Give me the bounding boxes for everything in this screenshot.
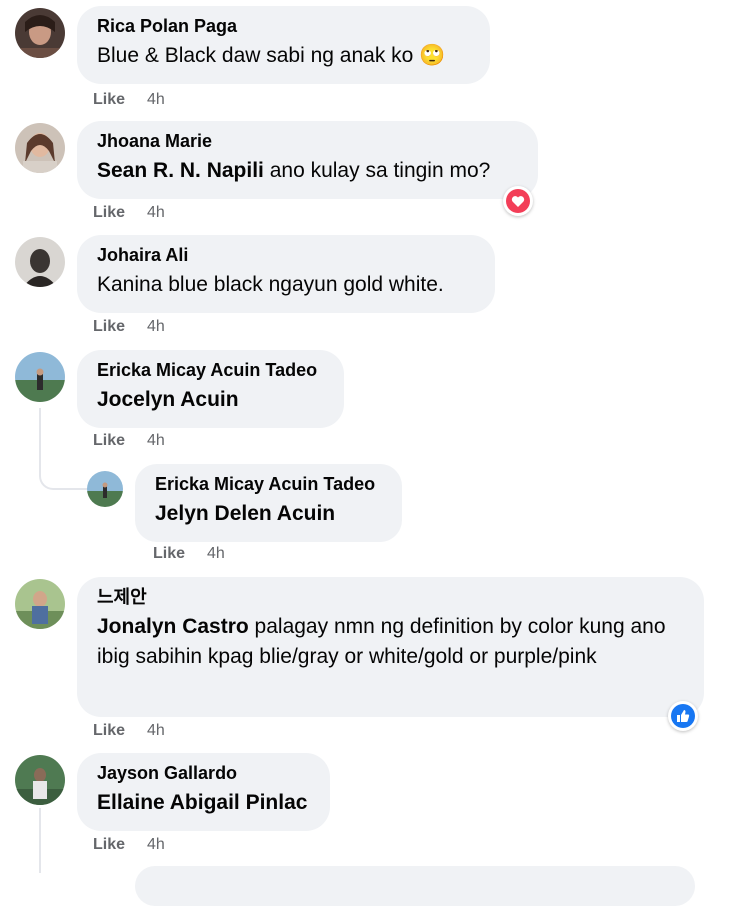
avatar[interactable] — [87, 471, 123, 507]
avatar[interactable] — [15, 123, 65, 173]
eye-roll-emoji: 🙄 — [419, 44, 446, 67]
timestamp[interactable]: 4h — [147, 432, 165, 449]
like-button[interactable]: Like — [93, 318, 125, 335]
comment-actions: Like 4h — [93, 722, 165, 740]
mention-link[interactable]: Ellaine Abigail Pinlac — [97, 791, 307, 814]
comment-actions: Like 4h — [93, 318, 165, 336]
comment-author[interactable]: Rica Polan Paga — [97, 15, 470, 37]
reply-bubble — [135, 866, 695, 906]
like-button[interactable]: Like — [153, 545, 185, 562]
comment-actions: Like 4h — [93, 204, 165, 222]
comment-author[interactable]: Ericka Micay Acuin Tadeo — [155, 473, 382, 495]
like-button[interactable]: Like — [93, 91, 125, 108]
comment-text: Kanina blue black ngayun gold white. — [97, 273, 444, 296]
mention-link[interactable]: Sean R. N. Napili — [97, 159, 264, 182]
comment-author[interactable]: Johaira Ali — [97, 244, 475, 266]
avatar[interactable] — [15, 352, 65, 402]
comment-author[interactable]: Jhoana Marie — [97, 130, 518, 152]
comment-text: Jelyn Delen Acuin — [155, 499, 382, 529]
comment-text: Jocelyn Acuin — [97, 385, 324, 415]
comment-text: Jonalyn Castro palagay nmn ng definition… — [97, 615, 666, 668]
like-button[interactable]: Like — [93, 204, 125, 221]
comment-text: Sean R. N. Napili ano kulay sa tingin mo… — [97, 159, 491, 182]
mention-link[interactable]: Jocelyn Acuin — [97, 388, 239, 411]
comment-bubble: 느제안 Jonalyn Castro palagay nmn ng defini… — [77, 577, 704, 717]
comment-bubble: Jhoana Marie Sean R. N. Napili ano kulay… — [77, 121, 538, 199]
timestamp[interactable]: 4h — [207, 545, 225, 562]
thread-line — [39, 408, 41, 453]
thread-connector — [39, 452, 87, 490]
avatar[interactable] — [15, 755, 65, 805]
comment-bubble: Rica Polan Paga Blue & Black daw sabi ng… — [77, 6, 490, 84]
timestamp[interactable]: 4h — [147, 836, 165, 853]
comment-bubble: Jayson Gallardo Ellaine Abigail Pinlac — [77, 753, 330, 831]
comment-text: Ellaine Abigail Pinlac — [97, 788, 310, 818]
avatar[interactable] — [15, 579, 65, 629]
timestamp[interactable]: 4h — [147, 722, 165, 739]
like-button[interactable]: Like — [93, 836, 125, 853]
comment-author[interactable]: 느제안 — [97, 586, 684, 608]
like-button[interactable]: Like — [93, 722, 125, 739]
thumbs-up-icon — [671, 704, 695, 728]
timestamp[interactable]: 4h — [147, 91, 165, 108]
timestamp[interactable]: 4h — [147, 204, 165, 221]
comment-bubble: Johaira Ali Kanina blue black ngayun gol… — [77, 235, 495, 313]
heart-icon — [506, 189, 530, 213]
reply-bubble: Ericka Micay Acuin Tadeo Jelyn Delen Acu… — [135, 464, 402, 542]
comment-actions: Like 4h — [153, 545, 225, 563]
reaction-badge[interactable] — [668, 701, 698, 731]
avatar[interactable] — [15, 237, 65, 287]
mention-link[interactable]: Jelyn Delen Acuin — [155, 502, 335, 525]
mention-link[interactable]: Jonalyn Castro — [97, 615, 249, 638]
like-button[interactable]: Like — [93, 432, 125, 449]
comment-author[interactable]: Ericka Micay Acuin Tadeo — [97, 359, 324, 381]
comment-author[interactable]: Jayson Gallardo — [97, 762, 310, 784]
avatar[interactable] — [15, 8, 65, 58]
comment-bubble: Ericka Micay Acuin Tadeo Jocelyn Acuin — [77, 350, 344, 428]
comment-text: Blue & Black daw sabi ng anak ko 🙄 — [97, 44, 446, 67]
reaction-badge[interactable] — [503, 186, 533, 216]
thread-line — [39, 808, 41, 873]
comment-actions: Like 4h — [93, 432, 165, 450]
comment-actions: Like 4h — [93, 836, 165, 854]
comment-actions: Like 4h — [93, 91, 165, 109]
timestamp[interactable]: 4h — [147, 318, 165, 335]
